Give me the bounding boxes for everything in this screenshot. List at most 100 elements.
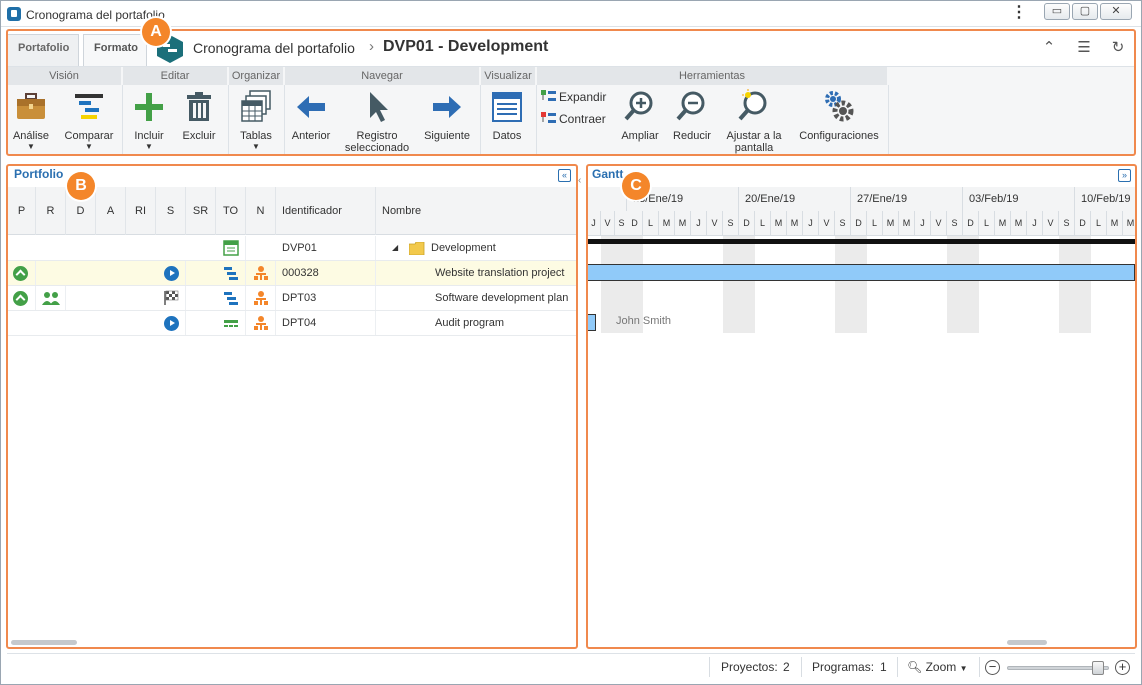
chevron-down-icon: ▼: [252, 142, 260, 151]
gantt-day-header: D: [739, 211, 755, 235]
zoom-slider-track[interactable]: [1007, 661, 1109, 675]
list-options-icon[interactable]: ☰: [1074, 38, 1094, 58]
org-hierarchy-icon: [254, 316, 268, 330]
collapse-ribbon-icon[interactable]: ⌃: [1039, 38, 1059, 58]
zoom-slider-thumb[interactable]: [1092, 661, 1104, 675]
anterior-label: Anterior: [291, 130, 331, 142]
datos-button[interactable]: Datos: [487, 89, 527, 142]
maximize-button[interactable]: ▢: [1072, 3, 1098, 20]
registro-label: Registro seleccionado: [344, 130, 410, 154]
gantt-day-header: M: [771, 211, 787, 235]
status-bar: Proyectos: 2 Programas: 1 🔍︎ Zoom ▼ − +: [7, 653, 1135, 680]
callout-b: B: [67, 172, 95, 200]
table-row[interactable]: 000328 Website translation project: [8, 261, 576, 286]
programas-count: 1: [880, 660, 887, 674]
org-hierarchy-icon: [254, 291, 268, 305]
gantt-task-bar[interactable]: [587, 314, 596, 331]
col-to[interactable]: TO: [216, 187, 246, 235]
contraer-button[interactable]: Contraer: [541, 112, 606, 126]
expandir-button[interactable]: Expandir: [541, 90, 606, 104]
col-s[interactable]: S: [156, 187, 186, 235]
registro-seleccionado-button[interactable]: Registro seleccionado: [341, 89, 413, 154]
excluir-button[interactable]: Excluir: [179, 89, 219, 142]
more-options-icon[interactable]: ⋮: [1011, 5, 1027, 21]
priority-up-icon: [13, 266, 28, 281]
arrow-left-icon: [297, 96, 325, 118]
configuraciones-label: Configuraciones: [799, 130, 879, 142]
breadcrumb-separator-icon: ›: [369, 38, 374, 55]
zoom-label: Zoom: [925, 660, 957, 674]
reducir-label: Reducir: [673, 130, 711, 142]
collapse-left-icon[interactable]: «: [558, 169, 571, 182]
col-identificador[interactable]: Identificador: [276, 187, 376, 235]
gantt-day-header: J: [1027, 211, 1043, 235]
configuraciones-button[interactable]: Configuraciones: [795, 89, 883, 142]
siguiente-button[interactable]: Siguiente: [421, 89, 473, 142]
table-row[interactable]: DPT03 Software development plan: [8, 286, 576, 311]
gantt-day-header: V: [931, 211, 947, 235]
gantt-day-header: V: [1043, 211, 1059, 235]
cursor-pointer-icon: [370, 92, 388, 122]
ribbon-toolbar: Visión Editar Organizar Navegar Visualiz…: [7, 66, 1135, 155]
col-sr[interactable]: SR: [186, 187, 216, 235]
gantt-scrollbar[interactable]: [1007, 640, 1047, 645]
collapse-tree-icon: [541, 112, 556, 123]
gantt-day-header: L: [867, 211, 883, 235]
gantt-day-header: J: [803, 211, 819, 235]
table-row[interactable]: DPT04 Audit program: [8, 311, 576, 336]
ajustar-pantalla-button[interactable]: Ajustar a la pantalla: [721, 89, 787, 154]
zoom-out-button[interactable]: −: [985, 660, 1000, 675]
col-nombre[interactable]: Nombre: [376, 187, 576, 235]
minimize-button[interactable]: ▭: [1044, 3, 1070, 20]
group-visualizar-label: Visualizar: [481, 67, 535, 85]
analise-button[interactable]: Análise ▼: [9, 89, 53, 152]
gantt-day-header: M: [1011, 211, 1027, 235]
breadcrumb-parent[interactable]: Cronograma del portafolio: [193, 40, 355, 56]
col-r[interactable]: R: [36, 187, 66, 235]
tab-formato[interactable]: Formato: [83, 34, 147, 66]
zoom-in-button[interactable]: +: [1115, 660, 1130, 675]
org-hierarchy-icon: [254, 266, 268, 280]
zoom-dropdown[interactable]: 🔍︎ Zoom ▼: [907, 660, 968, 674]
tree-toggle-icon[interactable]: ◢: [392, 236, 398, 260]
compare-icon: [75, 94, 103, 119]
incluir-button[interactable]: Incluir ▼: [129, 89, 169, 152]
ampliar-button[interactable]: Ampliar: [617, 89, 663, 142]
expand-right-icon[interactable]: »: [1118, 169, 1131, 182]
refresh-icon[interactable]: ↻: [1108, 38, 1128, 58]
splitter-arrow-icon[interactable]: ‹: [578, 175, 581, 186]
proyectos-label: Proyectos:: [721, 660, 778, 674]
app-window: Cronograma del portafolio ⋮ ▭ ▢ ✕ Portaf…: [0, 0, 1142, 685]
gantt-day-header: L: [643, 211, 659, 235]
expandir-label: Expandir: [559, 90, 607, 104]
col-ri[interactable]: RI: [126, 187, 156, 235]
tables-icon: [241, 90, 271, 122]
plus-icon: [135, 93, 163, 121]
gantt-week-header: 20/Ene/19: [739, 187, 851, 211]
col-n[interactable]: N: [246, 187, 276, 235]
portfolio-sheet-icon: [223, 240, 239, 256]
portfolio-scrollbar[interactable]: [11, 640, 77, 645]
gantt-day-header: V: [819, 211, 835, 235]
close-button[interactable]: ✕: [1100, 3, 1132, 20]
gantt-summary-bar[interactable]: [587, 239, 1135, 244]
gantt-day-header: M: [1123, 211, 1135, 235]
pane-splitter[interactable]: ‹: [577, 161, 587, 649]
anterior-button[interactable]: Anterior: [289, 89, 333, 142]
title-bar: Cronograma del portafolio ⋮ ▭ ▢ ✕: [1, 1, 1141, 27]
comparar-button[interactable]: Comparar ▼: [61, 89, 117, 152]
siguiente-label: Siguiente: [424, 130, 470, 142]
zoom-in-icon: [624, 91, 653, 121]
col-a[interactable]: A: [96, 187, 126, 235]
table-row[interactable]: DVP01 ◢ Development: [8, 236, 576, 261]
tab-portafolio[interactable]: Portafolio: [7, 34, 79, 66]
gears-icon: [825, 91, 854, 122]
gantt-task-bar[interactable]: [587, 264, 1135, 281]
col-p[interactable]: P: [8, 187, 36, 235]
reducir-button[interactable]: Reducir: [669, 89, 715, 142]
gantt-week-header: 10/Feb/19: [1075, 187, 1135, 211]
gantt-day-header: M: [1107, 211, 1123, 235]
row-name: Software development plan: [435, 292, 569, 304]
gantt-day-header: L: [755, 211, 771, 235]
tablas-button[interactable]: Tablas ▼: [233, 89, 279, 152]
